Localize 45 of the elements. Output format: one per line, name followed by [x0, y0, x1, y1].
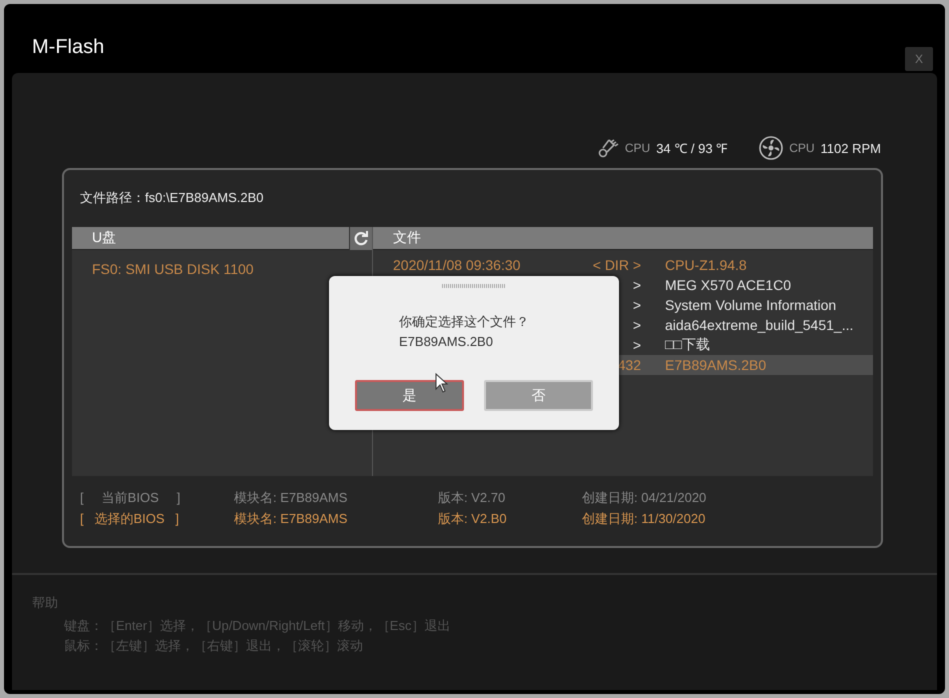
bios-label: [ 当前BIOS ]	[80, 488, 182, 506]
file-name[interactable]: System Volume Information	[665, 297, 836, 313]
drive-item[interactable]: FS0: SMI USB DISK 1100	[92, 261, 372, 277]
sensor-reading: 1102 RPM	[820, 140, 881, 156]
sensor-label: CPU	[624, 141, 650, 155]
confirm-button[interactable]: 是	[355, 380, 464, 411]
bios-build-date: 创建日期: 04/21/2020	[582, 488, 706, 506]
help-title: 帮助	[32, 594, 59, 612]
drag-handle[interactable]	[442, 284, 506, 288]
file-info: >	[632, 297, 641, 313]
file-path: 文件路径：fs0:\E7B89AMS.2B0	[80, 189, 265, 207]
window-title: M-Flash	[32, 36, 104, 60]
bios-module-name: 模块名: E7B89AMS	[234, 488, 348, 506]
file-name[interactable]: MEG X570 ACE1C0	[665, 277, 792, 293]
column-heading: U盘	[92, 229, 118, 247]
mouse-cursor-icon	[435, 373, 449, 393]
close-button[interactable]: X	[905, 47, 933, 71]
bios-module-name: 模块名: E7B89AMS	[234, 510, 348, 528]
bios-label: [ 选择的BIOS ]	[80, 510, 180, 528]
fan-icon	[759, 136, 784, 160]
file-name[interactable]: E7B89AMS.2B0	[665, 357, 766, 373]
file-info: >	[632, 317, 641, 333]
dialog-file-name: E7B89AMS.2B0	[399, 333, 494, 351]
dialog-message: 你确定选择这个文件？	[399, 313, 530, 331]
bios-version: 版本: V2.70	[438, 488, 506, 506]
sensor-reading: 34 ℃ / 93 ℉	[656, 140, 728, 157]
thermometer-icon	[596, 137, 619, 159]
help-text: 键盘：［Enter］选择，［Up/Down/Right/Left］移动，［Esc］退出	[64, 617, 452, 635]
file-name[interactable]: CPU-Z1.94.8	[665, 257, 747, 273]
refresh-icon	[353, 230, 369, 246]
bios-build-date: 创建日期: 11/30/2020	[582, 510, 706, 528]
file-name[interactable]: aida64extreme_build_5451_...	[665, 317, 854, 333]
file-name[interactable]: □□下载	[665, 336, 710, 354]
help-text: 鼠标：［左键］选择，［右键］退出，［滚轮］滚动	[64, 637, 364, 655]
file-date[interactable]: 2020/11/08 09:36:30	[373, 257, 577, 273]
file-row[interactable]: 2020/11/08 09:36:30 < DIR > CPU-Z1.94.8	[373, 255, 873, 275]
file-info: 432	[616, 357, 641, 373]
cancel-button[interactable]: 否	[484, 380, 593, 411]
file-info: < DIR >	[592, 257, 641, 273]
sensor-label: CPU	[789, 141, 815, 155]
file-info: >	[632, 277, 641, 293]
column-heading: 文件	[393, 229, 422, 247]
file-info: >	[632, 337, 641, 353]
refresh-button[interactable]	[349, 226, 372, 250]
bios-version: 版本: V2.B0	[438, 510, 508, 528]
